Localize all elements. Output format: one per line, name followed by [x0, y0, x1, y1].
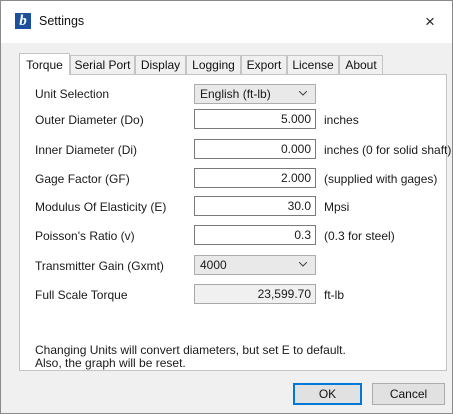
tab-torque[interactable]: Torque [19, 53, 70, 75]
full-scale-torque-label: Full Scale Torque [35, 288, 128, 302]
tab-export[interactable]: Export [241, 55, 287, 74]
cancel-button[interactable]: Cancel [372, 383, 445, 405]
modulus-unit: Mpsi [324, 200, 350, 214]
gage-factor-label: Gage Factor (GF) [35, 172, 130, 186]
outer-diameter-input[interactable]: 5.000 [194, 109, 316, 129]
ok-button[interactable]: OK [293, 383, 362, 405]
torque-settings-panel: Unit Selection English (ft-lb) Outer Dia… [19, 74, 451, 371]
transmitter-gain-value: 4000 [200, 258, 227, 272]
modulus-label: Modulus Of Elasticity (E) [35, 200, 167, 214]
chevron-down-icon [299, 262, 307, 267]
tab-serial-port[interactable]: Serial Port [70, 55, 135, 74]
tab-logging[interactable]: Logging [186, 55, 241, 74]
tab-display[interactable]: Display [135, 55, 186, 74]
title-bar: b Settings × [1, 1, 452, 43]
inner-diameter-unit: inches (0 for solid shaft) [324, 143, 452, 157]
chevron-down-icon [299, 91, 307, 96]
outer-diameter-label: Outer Diameter (Do) [35, 113, 144, 127]
tab-about[interactable]: About [339, 55, 383, 74]
close-icon[interactable]: × [408, 1, 452, 43]
full-scale-torque-output: 23,599.70 [194, 284, 316, 304]
transmitter-gain-label: Transmitter Gain (Gxmt) [35, 259, 164, 273]
inner-diameter-input[interactable]: 0.000 [194, 139, 316, 159]
full-scale-torque-unit: ft-lb [324, 288, 345, 302]
poisson-ratio-unit: (0.3 for steel) [324, 229, 395, 243]
units-note-line-2: Also, the graph will be reset. [35, 356, 186, 370]
outer-diameter-unit: inches [324, 113, 359, 127]
gage-factor-input[interactable]: 2.000 [194, 168, 316, 188]
unit-selection-value: English (ft-lb) [200, 87, 271, 101]
transmitter-gain-dropdown[interactable]: 4000 [194, 255, 316, 275]
poisson-ratio-label: Poisson's Ratio (v) [35, 229, 135, 243]
settings-window: b Settings × Torque Serial Port Display … [0, 0, 453, 414]
inner-diameter-label: Inner Diameter (Di) [35, 143, 138, 157]
app-logo-icon: b [15, 13, 31, 29]
units-note-line-1: Changing Units will convert diameters, b… [35, 343, 346, 357]
tab-license[interactable]: License [287, 55, 339, 74]
modulus-input[interactable]: 30.0 [194, 196, 316, 216]
unit-selection-dropdown[interactable]: English (ft-lb) [194, 84, 316, 104]
poisson-ratio-input[interactable]: 0.3 [194, 225, 316, 245]
unit-selection-label: Unit Selection [35, 87, 110, 101]
gage-factor-unit: (supplied with gages) [324, 172, 438, 186]
window-title: Settings [39, 14, 85, 28]
